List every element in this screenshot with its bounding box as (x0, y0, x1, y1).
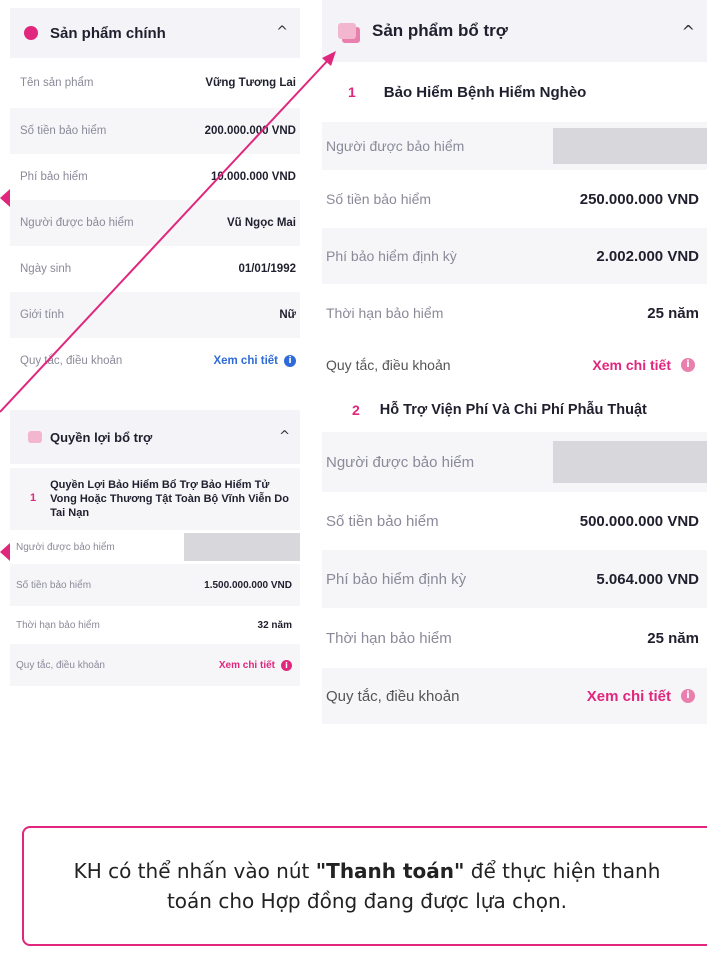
instruction-note: KH có thể nhấn vào nút "Thanh toán" để t… (22, 826, 707, 946)
annotation-arrow (0, 51, 336, 413)
note-text: KH có thể nhấn vào nút "Thanh toán" để t… (73, 859, 661, 913)
